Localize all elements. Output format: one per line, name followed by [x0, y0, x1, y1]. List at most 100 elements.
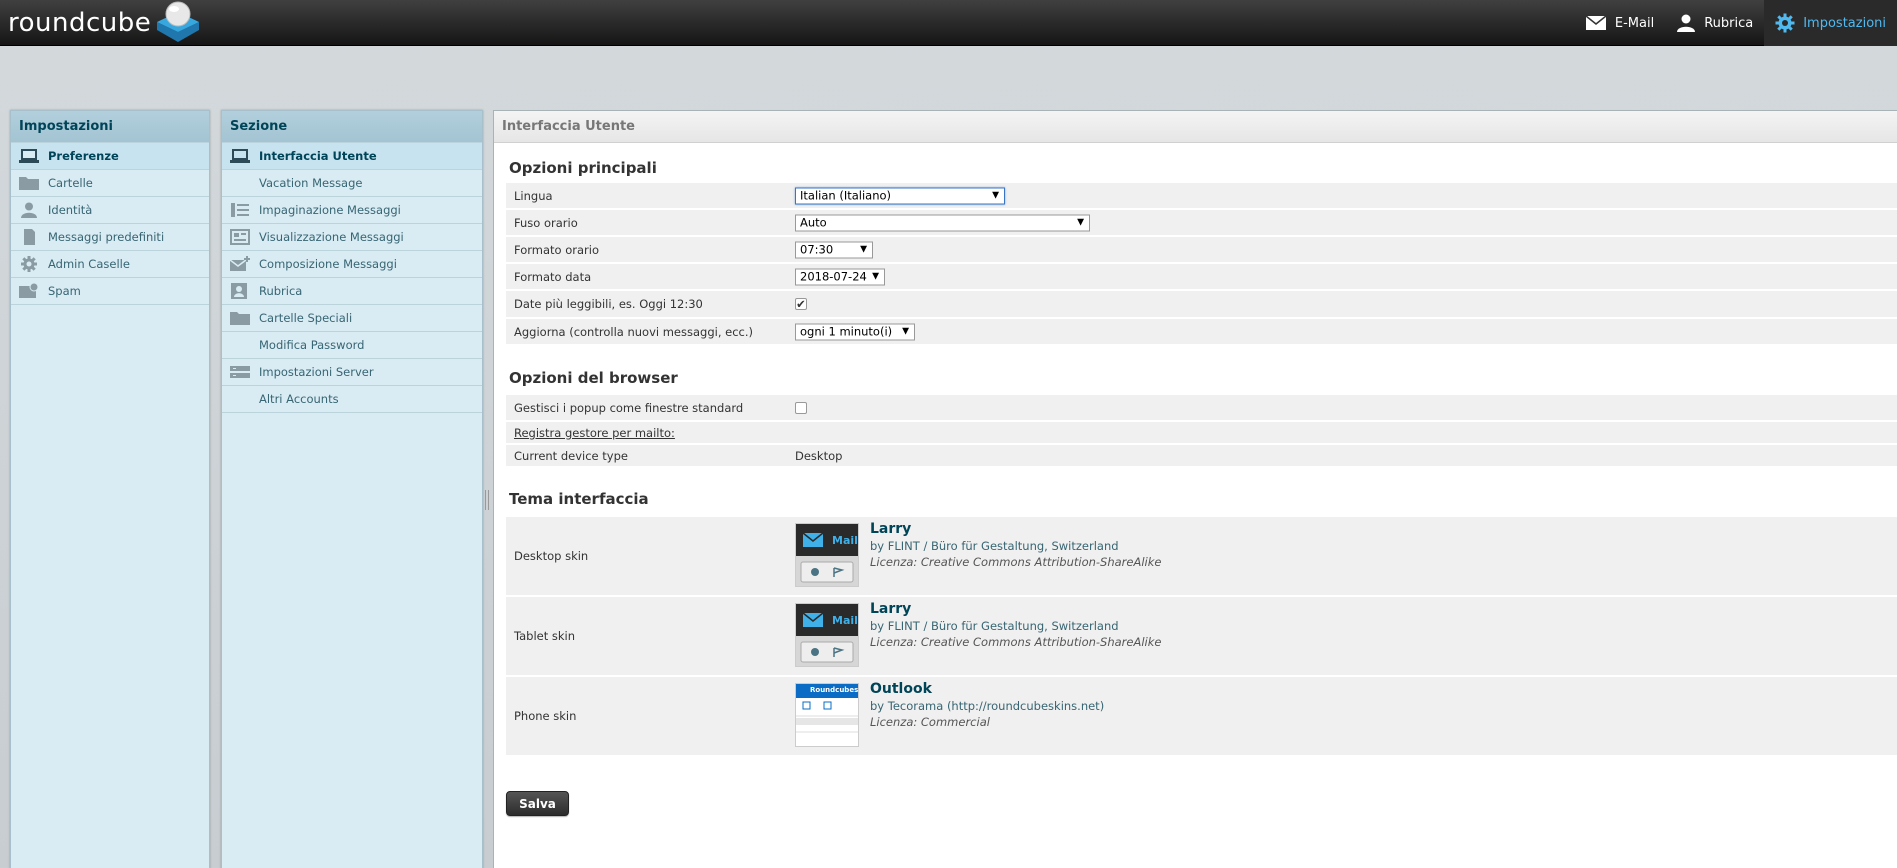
desktop-skin-row[interactable]: Desktop skin Mail Larry by FLINT / Büro … — [506, 517, 1897, 597]
timezone-label: Fuso orario — [514, 215, 578, 230]
dropdown-arrow-icon: ▼ — [872, 271, 879, 281]
document-icon — [24, 229, 35, 245]
monitor-icon — [230, 149, 250, 163]
settings-item-preferences[interactable]: Preferenze — [11, 143, 209, 170]
section-item-user-interface[interactable]: Interfaccia Utente — [222, 143, 482, 170]
larry-skin-thumbnail[interactable]: Mail — [795, 603, 859, 667]
gear-icon — [1775, 13, 1795, 33]
addressbook-icon — [231, 283, 247, 299]
server-icon — [230, 366, 250, 378]
section-panel: Sezione Interfaccia Utente Vacation Mess… — [221, 110, 483, 868]
popup-checkbox[interactable] — [795, 401, 807, 414]
popup-label: Gestisci i popup come finestre standard — [514, 400, 744, 415]
refresh-row: Aggiorna (controlla nuovi messaggi, ecc.… — [506, 319, 1897, 346]
section-item-other-accounts[interactable]: Altri Accounts — [222, 386, 482, 413]
larry-skin-thumbnail[interactable]: Mail — [795, 523, 859, 587]
tablet-skin-name: Larry — [870, 601, 912, 617]
settings-item-responses[interactable]: Messaggi predefiniti — [11, 224, 209, 251]
language-select[interactable]: Italian (Italiano) ▼ — [795, 187, 1005, 204]
task-addressbook-button[interactable]: Rubrica — [1665, 0, 1764, 46]
language-label: Lingua — [514, 188, 553, 203]
settings-item-admin-mailboxes[interactable]: Admin Caselle — [11, 251, 209, 278]
dropdown-arrow-icon: ▼ — [1077, 217, 1084, 227]
settings-item-identities[interactable]: Identità — [11, 197, 209, 224]
person-icon — [1677, 14, 1696, 32]
compose-icon — [230, 256, 250, 271]
timezone-row: Fuso orario Auto ▼ — [506, 210, 1897, 237]
message-view-icon — [230, 229, 250, 245]
desktop-skin-label: Desktop skin — [514, 549, 589, 563]
tablet-skin-label: Tablet skin — [514, 629, 576, 643]
gear-icon — [21, 256, 37, 272]
desktop-skin-license: Licenza: Creative Commons Attribution-Sh… — [870, 555, 1162, 569]
person-icon — [21, 202, 37, 218]
roundcube-logo[interactable]: roundcube — [8, 1, 203, 42]
task-email-button[interactable]: E-Mail — [1574, 0, 1665, 46]
panel-splitter[interactable] — [485, 490, 489, 510]
content-header: Interfaccia Utente — [494, 111, 1897, 143]
date-format-select[interactable]: 2018-07-24 ▼ — [795, 268, 885, 285]
section-item-special-folders[interactable]: Cartelle Speciali — [222, 305, 482, 332]
dropdown-arrow-icon: ▼ — [860, 244, 867, 254]
refresh-select[interactable]: ogni 1 minuto(i) ▼ — [795, 323, 915, 340]
tablet-skin-row[interactable]: Tablet skin Mail Larry by FLINT / Büro f… — [506, 597, 1897, 677]
task-navigation: E-Mail Rubrica Impostazioni — [1574, 0, 1897, 46]
date-format-label: Formato data — [514, 269, 592, 284]
section-item-addressbook[interactable]: Rubrica — [222, 278, 482, 305]
dropdown-arrow-icon: ▼ — [902, 326, 909, 336]
settings-item-spam[interactable]: Spam — [11, 278, 209, 305]
device-type-label: Current device type — [514, 448, 628, 463]
section-item-message-view[interactable]: Visualizzazione Messaggi — [222, 224, 482, 251]
task-settings-button[interactable]: Impostazioni — [1764, 0, 1897, 46]
tablet-skin-license: Licenza: Creative Commons Attribution-Sh… — [870, 635, 1162, 649]
pretty-date-checkbox[interactable]: ✔ — [795, 298, 807, 310]
list-layout-icon — [231, 203, 249, 217]
refresh-label: Aggiorna (controlla nuovi messaggi, ecc.… — [514, 324, 754, 339]
timezone-select[interactable]: Auto ▼ — [795, 214, 1090, 231]
desktop-skin-info: Larry by FLINT / Büro für Gestaltung, Sw… — [870, 521, 1161, 569]
logo-cube-icon — [157, 1, 200, 42]
time-format-select[interactable]: 07:30 ▼ — [795, 241, 873, 258]
language-row: Lingua Italian (Italiano) ▼ — [506, 183, 1897, 210]
section-item-server-settings[interactable]: Impostazioni Server — [222, 359, 482, 386]
folder-icon — [230, 312, 250, 325]
main-options-title: Opzioni principali — [509, 159, 657, 177]
phone-skin-license: Licenza: Commercial — [870, 715, 990, 729]
monitor-icon — [19, 149, 39, 163]
envelope-icon — [1585, 15, 1607, 30]
settings-panel: Impostazioni Preferenze Cartelle Identit… — [10, 110, 210, 868]
folder-icon — [19, 177, 39, 190]
time-format-row: Formato orario 07:30 ▼ — [506, 237, 1897, 264]
tablet-skin-author: by FLINT / Büro für Gestaltung, Switzerl… — [870, 619, 1119, 633]
section-panel-title: Sezione — [222, 111, 482, 143]
phone-skin-row[interactable]: Phone skin Roundcubeskins Outlook by Tec… — [506, 677, 1897, 757]
save-button[interactable]: Salva — [506, 791, 569, 816]
browser-options-title: Opzioni del browser — [509, 369, 678, 387]
mailto-row: Registra gestore per mailto: — [506, 422, 1897, 445]
section-item-compose[interactable]: Composizione Messaggi — [222, 251, 482, 278]
phone-skin-author: by Tecorama (http://roundcubeskins.net) — [870, 699, 1105, 713]
phone-skin-info: Outlook by Tecorama (http://roundcubeski… — [870, 681, 1104, 729]
mailto-register-link[interactable]: Registra gestore per mailto: — [514, 426, 675, 440]
top-bar: roundcube E-Mail Rubrica Impostazioni — [0, 0, 1897, 46]
phone-skin-label: Phone skin — [514, 709, 577, 723]
section-item-change-password[interactable]: Modifica Password — [222, 332, 482, 359]
task-settings-label: Impostazioni — [1803, 15, 1886, 31]
device-type-row: Current device type Desktop — [506, 445, 1897, 468]
task-addressbook-label: Rubrica — [1704, 15, 1754, 31]
settings-panel-title: Impostazioni — [11, 111, 209, 143]
section-item-vacation[interactable]: Vacation Message — [222, 170, 482, 197]
outlook-skin-thumbnail[interactable]: Roundcubeskins — [795, 683, 859, 747]
phone-skin-name: Outlook — [870, 681, 932, 697]
date-format-row: Formato data 2018-07-24 ▼ — [506, 264, 1897, 291]
theme-title: Tema interfaccia — [509, 490, 649, 508]
task-email-label: E-Mail — [1614, 15, 1655, 31]
desktop-skin-name: Larry — [870, 521, 912, 537]
time-format-label: Formato orario — [514, 242, 599, 257]
dropdown-arrow-icon: ▼ — [992, 190, 999, 200]
section-item-mailbox-layout[interactable]: Impaginazione Messaggi — [222, 197, 482, 224]
settings-item-folders[interactable]: Cartelle — [11, 170, 209, 197]
pretty-date-row: Date più leggibili, es. Oggi 12:30 ✔ — [506, 291, 1897, 319]
desktop-skin-author: by FLINT / Büro für Gestaltung, Switzerl… — [870, 539, 1119, 553]
spam-icon — [19, 283, 39, 298]
